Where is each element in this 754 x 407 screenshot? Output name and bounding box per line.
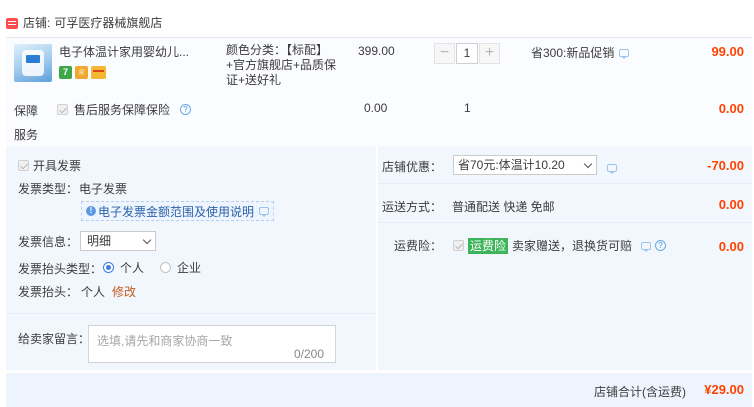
- shipping-fee: 0.00: [718, 197, 744, 212]
- shipping-insurance-tag: 运费险: [468, 237, 509, 254]
- radio-company-label[interactable]: 企业: [177, 259, 201, 276]
- service-subtotal: 0.00: [718, 101, 744, 116]
- product-sku: 颜色分类：【标配】+官方旗舰店+品质保证+送好礼: [226, 43, 337, 87]
- invoice-type-value: 电子发票: [79, 182, 128, 196]
- chat-bubble-icon[interactable]: [607, 163, 617, 174]
- chevron-down-icon: [142, 235, 152, 245]
- invoice-checkbox[interactable]: [18, 160, 29, 171]
- divider: [378, 183, 752, 184]
- message-label: 给卖家留言：: [18, 332, 91, 346]
- shop-total-label: 店铺合计(含运费): [594, 385, 686, 399]
- divider: [378, 222, 752, 223]
- shipping-label: 运送方式：: [382, 200, 443, 214]
- shop-header: 店铺 : 可孚医疗器械旗舰店: [6, 12, 162, 34]
- service-option[interactable]: 售后服务保障保险 ?: [57, 101, 192, 118]
- item-subtotal: 99.00: [711, 44, 744, 59]
- invoice-info-select[interactable]: 明细: [80, 231, 156, 251]
- shop-coupon-value: 省70元:体温计10.20: [458, 158, 565, 172]
- invoice-help-link[interactable]: ! 电子发票金额范围及使用说明: [81, 201, 275, 221]
- shipping-method: 普通配送 快递 免邮: [452, 200, 555, 214]
- invoice-help-text[interactable]: 电子发票金额范围及使用说明: [98, 203, 254, 220]
- shop-coupon-label: 店铺优惠：: [382, 160, 443, 174]
- credit-card-badge-icon[interactable]: [91, 66, 106, 79]
- invoice-type-label: 发票类型：: [18, 182, 79, 196]
- shipping-insurance-desc: 卖家赠送，退换货可赔: [512, 239, 633, 253]
- product-thumbnail[interactable]: [14, 44, 52, 82]
- invoice-info-label: 发票信息：: [18, 235, 79, 249]
- product-title-link[interactable]: 电子体温计家用婴幼儿...: [59, 44, 194, 60]
- divider: [6, 313, 376, 314]
- shipping-insurance-label: 运费险：: [394, 239, 443, 253]
- guarantee-badge-icon[interactable]: ♕: [75, 66, 88, 79]
- service-label: 保障服务: [14, 104, 39, 142]
- invoice-header-type-label: 发票抬头类型：: [18, 262, 103, 276]
- radio-company[interactable]: [160, 262, 172, 273]
- item-promotion: 省300:新品促销: [531, 44, 630, 61]
- chat-bubble-icon[interactable]: [259, 207, 270, 217]
- quantity-input[interactable]: 1: [456, 43, 478, 64]
- question-help-icon[interactable]: ?: [655, 240, 667, 251]
- seven-day-return-badge-icon[interactable]: 7: [59, 66, 72, 79]
- chevron-down-icon: [583, 159, 593, 169]
- invoice-header-label: 发票抬头：: [18, 285, 79, 299]
- service-checkbox[interactable]: [57, 104, 68, 115]
- shipping-insurance-checkbox[interactable]: [453, 240, 464, 251]
- radio-personal[interactable]: [103, 262, 114, 273]
- unit-price: 399.00: [358, 44, 395, 58]
- shop-label: 店铺: [23, 16, 48, 30]
- shop-icon: [6, 17, 18, 29]
- invoice-open-label: 开具发票: [33, 159, 82, 173]
- quantity-stepper: − 1 +: [434, 43, 500, 64]
- shipping-insurance-amount: 0.00: [718, 239, 744, 254]
- shop-separator: :: [47, 16, 51, 30]
- decrease-qty-button[interactable]: −: [434, 43, 455, 64]
- invoice-toggle[interactable]: 开具发票: [18, 157, 81, 174]
- info-icon: !: [86, 206, 96, 216]
- service-price: 0.00: [364, 101, 388, 115]
- invoice-info-value: 明细: [87, 234, 112, 248]
- shop-name-link[interactable]: 可孚医疗器械旗舰店: [54, 12, 162, 34]
- service-option-label: 售后服务保障保险: [74, 103, 171, 117]
- shop-summary-panel: [378, 146, 752, 370]
- shop-total-amount: ¥29.00: [704, 382, 744, 397]
- edit-invoice-link[interactable]: 修改: [112, 283, 136, 300]
- promotion-text: 省300:新品促销: [531, 46, 615, 60]
- chat-bubble-icon[interactable]: [619, 48, 630, 59]
- chat-bubble-icon[interactable]: [641, 241, 652, 252]
- service-qty: 1: [464, 101, 471, 115]
- shop-coupon-amount: -70.00: [707, 158, 744, 173]
- radio-personal-label[interactable]: 个人: [120, 259, 144, 276]
- message-placeholder: 选填,请先和商家协商一致: [97, 334, 233, 348]
- shop-coupon-select[interactable]: 省70元:体温计10.20: [453, 155, 597, 175]
- invoice-header-type-radio-group: 个人 企业: [103, 259, 201, 276]
- message-char-count: 0/200: [294, 347, 325, 361]
- invoice-header-value: 个人: [81, 285, 106, 299]
- increase-qty-button[interactable]: +: [479, 43, 500, 64]
- shipping-insurance-option: 运费险 卖家赠送，退换货可赔 ?: [453, 237, 667, 254]
- question-help-icon[interactable]: ?: [180, 104, 192, 115]
